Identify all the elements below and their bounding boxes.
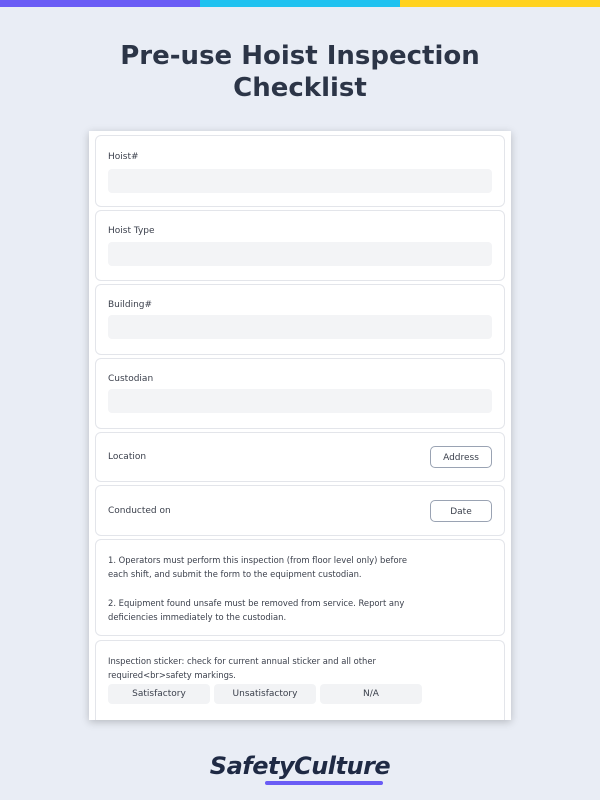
conducted-on-label: Conducted on bbox=[108, 506, 171, 516]
custodian-input[interactable] bbox=[108, 389, 492, 413]
satisfactory-button[interactable]: Satisfactory bbox=[108, 684, 210, 704]
top-bar-cyan bbox=[200, 0, 400, 7]
date-button[interactable]: Date bbox=[430, 500, 492, 522]
instruction-2: 2. Equipment found unsafe must be remove… bbox=[108, 598, 405, 622]
hoist-number-input[interactable] bbox=[108, 169, 492, 193]
instruction-1: 1. Operators must perform this inspectio… bbox=[108, 555, 407, 579]
address-button[interactable]: Address bbox=[430, 446, 492, 468]
field-label: Hoist# bbox=[108, 152, 139, 162]
field-label: Hoist Type bbox=[108, 226, 155, 236]
page-title: Pre-use Hoist Inspection Checklist bbox=[120, 41, 480, 103]
field-custodian: Custodian bbox=[95, 358, 505, 429]
location-label: Location bbox=[108, 452, 147, 462]
logo-underline bbox=[265, 781, 383, 785]
field-label: Building# bbox=[108, 300, 153, 310]
top-bar-yellow bbox=[400, 0, 600, 7]
field-location: Location Address bbox=[95, 432, 505, 482]
safetyculture-logo: SafetyCulture bbox=[0, 752, 600, 785]
na-button[interactable]: N/A bbox=[320, 684, 422, 704]
building-number-input[interactable] bbox=[108, 315, 492, 339]
field-label: Custodian bbox=[108, 374, 154, 384]
field-hoist-number: Hoist# bbox=[95, 135, 505, 207]
hoist-type-input[interactable] bbox=[108, 242, 492, 266]
field-conducted-on: Conducted on Date bbox=[95, 485, 505, 536]
field-hoist-type: Hoist Type bbox=[95, 210, 505, 281]
top-bar-purple bbox=[0, 0, 200, 7]
logo-text: SafetyCulture bbox=[209, 752, 391, 780]
sticker-question: Inspection sticker: check for current an… bbox=[108, 656, 376, 680]
field-building-number: Building# bbox=[95, 284, 505, 355]
checklist-form: Hoist# Hoist Type Building# Custodian Lo… bbox=[89, 131, 511, 720]
instructions-card: 1. Operators must perform this inspectio… bbox=[95, 539, 505, 636]
inspection-sticker-item: Inspection sticker: check for current an… bbox=[95, 640, 505, 720]
top-color-bar bbox=[0, 0, 600, 7]
unsatisfactory-button[interactable]: Unsatisfactory bbox=[214, 684, 316, 704]
